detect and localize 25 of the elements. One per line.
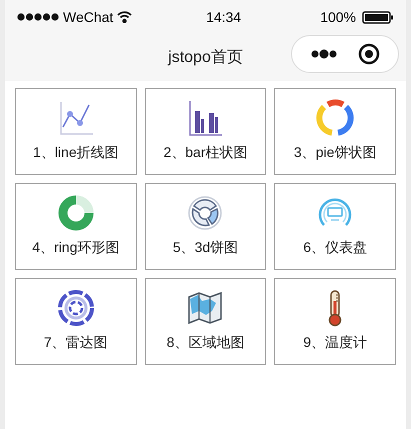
chart-menu-card[interactable]: 4、ring环形图 bbox=[15, 183, 137, 270]
page-title: jstopo首页 bbox=[168, 48, 243, 68]
carrier-name: WeChat bbox=[63, 8, 114, 26]
map-icon bbox=[186, 289, 224, 327]
more-button[interactable] bbox=[310, 49, 338, 59]
close-button[interactable] bbox=[358, 43, 380, 65]
chart-menu-card[interactable]: 3、pie饼状图 bbox=[274, 88, 396, 175]
wifi-icon bbox=[117, 11, 132, 23]
chart-menu-card[interactable]: 9、温度计 bbox=[274, 278, 396, 365]
chart-menu-card[interactable]: 6、仪表盘 bbox=[274, 183, 396, 270]
donut-chart-icon bbox=[316, 99, 354, 137]
pie-chart-icon bbox=[186, 194, 224, 232]
radar-icon bbox=[56, 289, 95, 327]
close-icon bbox=[358, 43, 380, 65]
battery-icon bbox=[362, 10, 394, 24]
signal-icon bbox=[17, 13, 59, 21]
chart-menu-card[interactable]: 7、雷达图 bbox=[15, 278, 137, 365]
chart-menu-card[interactable]: 8、区域地图 bbox=[144, 278, 266, 365]
ring-chart-icon bbox=[56, 194, 95, 232]
clock-time: 14:34 bbox=[205, 8, 242, 26]
chart-menu-card[interactable]: 2、bar柱状图 bbox=[144, 88, 266, 175]
more-icon bbox=[310, 49, 338, 59]
chart-menu-card[interactable]: 1、line折线图 bbox=[15, 88, 137, 175]
battery-percent: 100% bbox=[320, 8, 356, 26]
chart-menu-card[interactable]: 5、3d饼图 bbox=[144, 183, 266, 270]
